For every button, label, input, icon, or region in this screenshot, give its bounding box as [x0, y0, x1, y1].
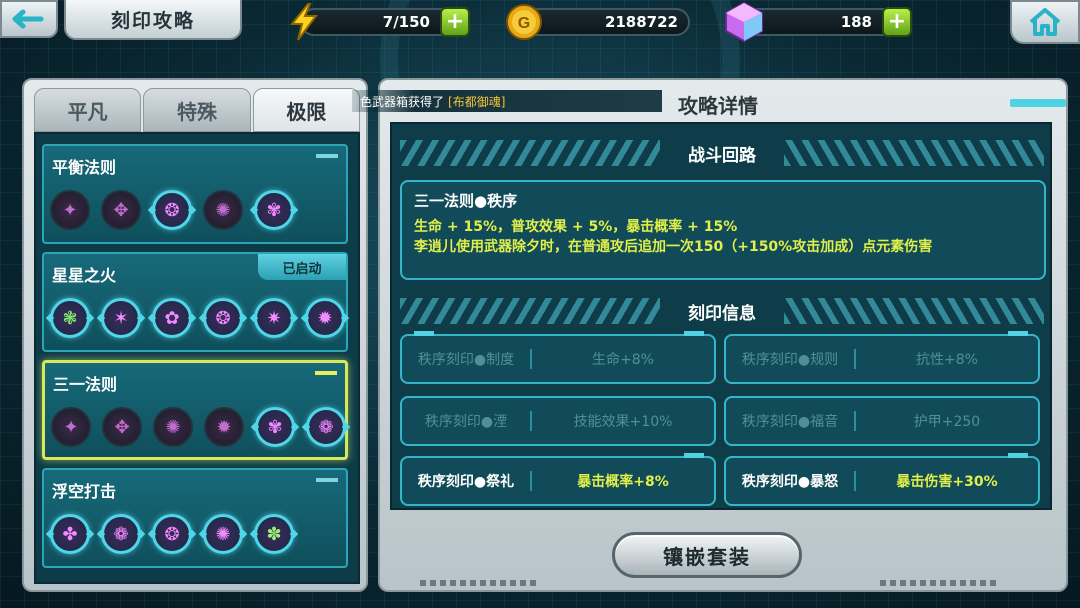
effect-stats: 生命 + 15%，普攻效果 + 5%，暴击概率 + 15%: [414, 219, 738, 235]
active-badge: 已启动: [258, 254, 346, 280]
rune-row: ✤ ❁ ❂ ✺ ✽: [50, 514, 294, 554]
slot-mark: [684, 331, 704, 336]
engraving-value: 暴击概率+8%: [577, 474, 669, 490]
engraving-value: 技能效果+10%: [573, 414, 673, 430]
strategy-item-aerial[interactable]: 浮空打击 ✤ ❁ ❂ ✺ ✽: [42, 468, 348, 568]
difficulty-tabs: 平凡 特殊 极限: [34, 88, 360, 132]
engraving-value: 护甲+250: [913, 414, 981, 430]
engraving-name: 秩序刻印●祭礼: [402, 471, 532, 491]
strategy-name: 浮空打击: [52, 482, 117, 501]
tab-normal[interactable]: 平凡: [34, 88, 142, 132]
strategy-item-trinity[interactable]: 三一法则 ✦ ✥ ✺ ✹ ✾ ❁: [42, 360, 348, 460]
rune-icon: ✥: [102, 407, 142, 447]
tab-extreme[interactable]: 极限: [252, 88, 360, 132]
detail-content: 战斗回路 三一法则●秩序 生命 + 15%，普攻效果 + 5%，暴击概率 + 1…: [390, 122, 1052, 510]
strategy-name: 星星之火: [52, 266, 117, 285]
notice-text: 色武器箱获得了: [360, 94, 445, 109]
bottom-decoration: [880, 580, 1000, 586]
add-crystal-button[interactable]: +: [882, 7, 912, 37]
tab-special[interactable]: 特殊: [143, 88, 251, 132]
rune-icon: ❂: [152, 190, 192, 230]
crystal-value: 188: [840, 13, 872, 31]
system-notice: 色武器箱获得了 [布都御魂]: [352, 90, 662, 112]
engraving-name: 秩序刻印●湮: [402, 411, 532, 431]
svg-text:G: G: [518, 15, 530, 32]
rune-icon: ✿: [152, 298, 192, 338]
engraving-name: 秩序刻印●暴怒: [726, 471, 856, 491]
strategy-name: 三一法则: [53, 375, 118, 394]
rune-icon: ✤: [50, 514, 90, 554]
slot-mark: [684, 453, 704, 458]
rune-icon: ✹: [204, 407, 244, 447]
rune-icon: ✺: [153, 407, 193, 447]
engrave-info-heading: 刻印信息: [400, 298, 1044, 324]
slot-mark: [1008, 331, 1028, 336]
effect-description: 李逍儿使用武器除夕时，在普通攻后追加一次150（+150%攻击加成）点元素伤害: [414, 239, 933, 255]
rune-icon: ❂: [203, 298, 243, 338]
rune-row: ✦ ✥ ✺ ✹ ✾ ❁: [51, 407, 346, 447]
strategy-list[interactable]: 平衡法则 ✦ ✥ ❂ ✺ ✾ 星星之火 已启动 ❃ ✶ ✿ ❂ ✷ ✹ 三一法则…: [34, 132, 360, 584]
rune-icon: ✾: [254, 190, 294, 230]
strategy-list-panel: 平凡 特殊 极限 平衡法则 ✦ ✥ ❂ ✺ ✾ 星星之火 已启动 ❃ ✶ ✿ ❂: [22, 78, 368, 592]
home-icon: [1029, 8, 1061, 36]
engraving-name: 秩序刻印●制度: [402, 349, 532, 369]
corner-mark: [316, 154, 338, 158]
engraving-value: 生命+8%: [592, 352, 654, 368]
corner-mark: [315, 371, 337, 375]
corner-mark: [316, 478, 338, 482]
slot-mark: [414, 331, 434, 336]
rune-row: ✦ ✥ ❂ ✺ ✾: [50, 190, 294, 230]
engraving-slot: 秩序刻印●湮 技能效果+10%: [400, 396, 716, 446]
strategy-name: 平衡法则: [52, 158, 117, 177]
engraving-name: 秩序刻印●规则: [726, 349, 856, 369]
bottom-decoration: [420, 580, 540, 586]
engraving-slot: 秩序刻印●暴怒 暴击伤害+30%: [724, 453, 1040, 506]
lightning-icon: [289, 3, 318, 41]
home-button[interactable]: [1010, 0, 1080, 44]
engraving-slot: 秩序刻印●制度 生命+8%: [400, 331, 716, 384]
engraving-value: 抗性+8%: [916, 352, 978, 368]
engraving-value: 暴击伤害+30%: [896, 474, 998, 490]
energy-value: 7/150: [382, 13, 430, 31]
rune-icon: ❂: [152, 514, 192, 554]
energy-counter: 7/150 +: [300, 7, 470, 37]
page-title: 刻印攻略: [64, 0, 242, 40]
rune-icon: ✹: [305, 298, 345, 338]
rune-icon: ✥: [101, 190, 141, 230]
equip-set-button[interactable]: 镶嵌套装: [612, 532, 802, 578]
back-button[interactable]: [0, 0, 58, 38]
rune-icon: ✶: [101, 298, 141, 338]
rune-icon: ✾: [255, 407, 295, 447]
set-effect-box: 三一法则●秩序 生命 + 15%，普攻效果 + 5%，暴击概率 + 15% 李逍…: [400, 180, 1046, 280]
strategy-item-spark[interactable]: 星星之火 已启动 ❃ ✶ ✿ ❂ ✷ ✹: [42, 252, 348, 352]
title-deco: [1010, 99, 1066, 107]
detail-title: 攻略详情: [678, 94, 758, 118]
rune-icon: ❁: [101, 514, 141, 554]
crystal-gem-icon: [725, 1, 763, 43]
rune-icon: ✽: [254, 514, 294, 554]
engraving-slot: 秩序刻印●祭礼 暴击概率+8%: [400, 453, 716, 506]
effect-name: 三一法则●秩序: [414, 192, 518, 210]
rune-icon: ✷: [254, 298, 294, 338]
battle-circuit-heading: 战斗回路: [400, 140, 1044, 166]
strategy-item-balance[interactable]: 平衡法则 ✦ ✥ ❂ ✺ ✾: [42, 144, 348, 244]
engraving-slot: 秩序刻印●福音 护甲+250: [724, 396, 1040, 446]
rune-icon: ✦: [51, 407, 91, 447]
rune-icon: ❃: [50, 298, 90, 338]
notice-highlight: [布都御魂]: [448, 94, 506, 109]
rune-row: ❃ ✶ ✿ ❂ ✷ ✹: [50, 298, 345, 338]
rune-icon: ✺: [203, 514, 243, 554]
slot-mark: [1008, 453, 1028, 458]
rune-icon: ✺: [203, 190, 243, 230]
add-energy-button[interactable]: +: [440, 7, 470, 37]
gold-value: 2188722: [604, 13, 678, 31]
rune-icon: ✦: [50, 190, 90, 230]
engraving-name: 秩序刻印●福音: [726, 411, 856, 431]
gold-coin-icon: G: [506, 4, 542, 40]
engraving-slot: 秩序刻印●规则 抗性+8%: [724, 331, 1040, 384]
back-arrow-icon: [12, 9, 44, 29]
rune-icon: ❁: [306, 407, 346, 447]
